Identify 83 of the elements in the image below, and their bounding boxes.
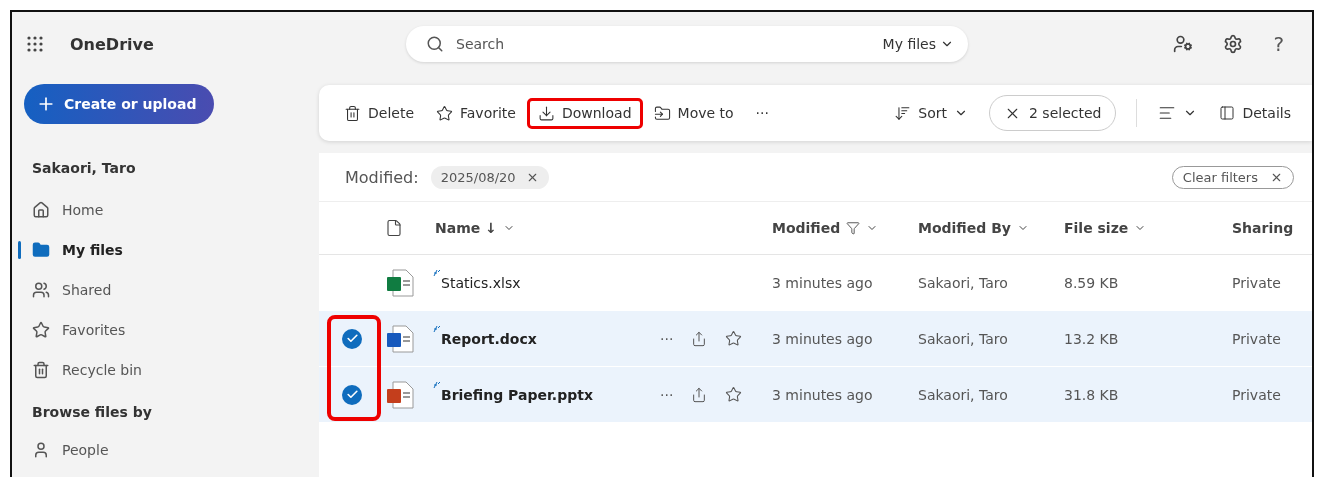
shared-icon (32, 281, 50, 299)
check-icon (345, 388, 359, 401)
table-cell-text: 13.2 KB (1064, 330, 1120, 347)
sidebar-item[interactable]: People (18, 430, 307, 470)
sort-button[interactable]: Sort (883, 97, 979, 129)
sidebar-item[interactable]: My files (18, 230, 307, 270)
column-header[interactable]: Sharing (1232, 220, 1312, 236)
home-icon (32, 201, 50, 219)
trash-icon (32, 361, 50, 379)
sparkle-icon (433, 324, 441, 333)
share-icon[interactable] (691, 386, 708, 403)
download-icon (537, 104, 555, 122)
star-icon[interactable] (725, 386, 743, 403)
section-heading: Browse files by (32, 404, 153, 420)
more-button[interactable]: ··· (744, 98, 780, 128)
selection-indicator (18, 241, 21, 259)
table-cell-text: Private (1232, 330, 1282, 347)
list-view-icon (1158, 104, 1177, 122)
clear-filters-button[interactable]: Clear filters (1171, 165, 1294, 189)
favorite-button[interactable]: Favorite (425, 97, 527, 129)
app-launcher-icon[interactable] (26, 35, 44, 53)
checkmark-icon[interactable] (342, 328, 362, 349)
more-actions-button[interactable]: ··· (660, 330, 674, 347)
checkmark-icon[interactable] (342, 384, 362, 405)
user-name: Sakaori, Taro (32, 160, 137, 176)
table-cell-text: Sakaori, Taro (918, 274, 1009, 291)
column-header[interactable]: Modified By (918, 220, 1064, 236)
file-row[interactable]: Briefing Paper.pptx ··· 3 minutes ago Sakaori, Taro 31.8 KB Private (319, 367, 1312, 423)
column-header[interactable]: Modified (772, 220, 918, 236)
file-name[interactable]: Report.docx (435, 330, 660, 347)
sidebar-item[interactable]: Recycle bin (18, 350, 307, 390)
word-file-icon (385, 323, 415, 354)
excel-file-icon (385, 267, 415, 298)
settings-icon[interactable] (1223, 34, 1244, 54)
column-header[interactable]: File size (1064, 220, 1232, 236)
sort-icon (894, 104, 912, 122)
table-cell-text: 8.59 KB (1064, 274, 1120, 291)
file-name[interactable]: Statics.xlsx (435, 274, 660, 291)
person-icon (32, 441, 50, 459)
clear-selection-button[interactable]: 2 selected (989, 95, 1117, 131)
star-icon[interactable] (725, 330, 743, 347)
powerpoint-file-icon (385, 379, 415, 410)
filter-chip[interactable]: 2025/08/20 (430, 165, 549, 189)
sparkle-icon (433, 268, 441, 277)
move-icon (653, 104, 671, 122)
move-button[interactable]: Move to (642, 97, 745, 129)
panel-icon (1219, 105, 1236, 121)
download-button[interactable]: Download (526, 97, 643, 129)
table-cell-text: 3 minutes ago (772, 330, 874, 347)
filter-label: Modified: (345, 167, 419, 187)
table-cell-text: Private (1232, 274, 1282, 291)
delete-icon (344, 104, 361, 122)
delete-button[interactable]: Delete (333, 97, 425, 129)
sidebar-item[interactable]: Favorites (18, 310, 307, 350)
details-button[interactable]: Details (1208, 98, 1302, 128)
table-cell-text: 3 minutes ago (772, 274, 874, 291)
more-actions-button[interactable]: ··· (660, 386, 674, 403)
table-cell-text: 3 minutes ago (772, 386, 874, 403)
file-row[interactable]: Report.docx ··· 3 minutes ago Sakaori, Taro 13.2 KB Private (319, 311, 1312, 367)
share-icon[interactable] (691, 330, 708, 347)
check-icon (345, 332, 359, 345)
search-icon (426, 35, 444, 53)
create-upload-button[interactable]: Create or upload (24, 84, 215, 124)
table-cell-text: Sakaori, Taro (918, 330, 1009, 347)
table-cell-text: Private (1232, 386, 1282, 403)
table-cell-text: 31.8 KB (1064, 386, 1120, 403)
favorite-icon (436, 104, 453, 122)
sidebar-item[interactable]: Shared (18, 270, 307, 310)
search-placeholder: Search (456, 36, 505, 52)
search-field[interactable]: Search My files (406, 26, 968, 62)
table-cell-text: Sakaori, Taro (918, 386, 1009, 403)
people-icon[interactable] (1173, 34, 1194, 54)
help-button[interactable]: ? (1273, 32, 1284, 56)
file-type-icon (385, 219, 403, 237)
file-name[interactable]: Briefing Paper.pptx (435, 386, 660, 403)
column-header[interactable]: Name ↓ (435, 220, 660, 236)
folder-icon (32, 241, 50, 259)
search-scope-dropdown[interactable]: My files (882, 36, 954, 52)
sidebar-item[interactable]: Home (18, 190, 307, 230)
star-icon (32, 321, 50, 339)
filter-icon (846, 221, 861, 235)
sparkle-icon (433, 380, 441, 389)
app-name: OneDrive (70, 34, 155, 54)
